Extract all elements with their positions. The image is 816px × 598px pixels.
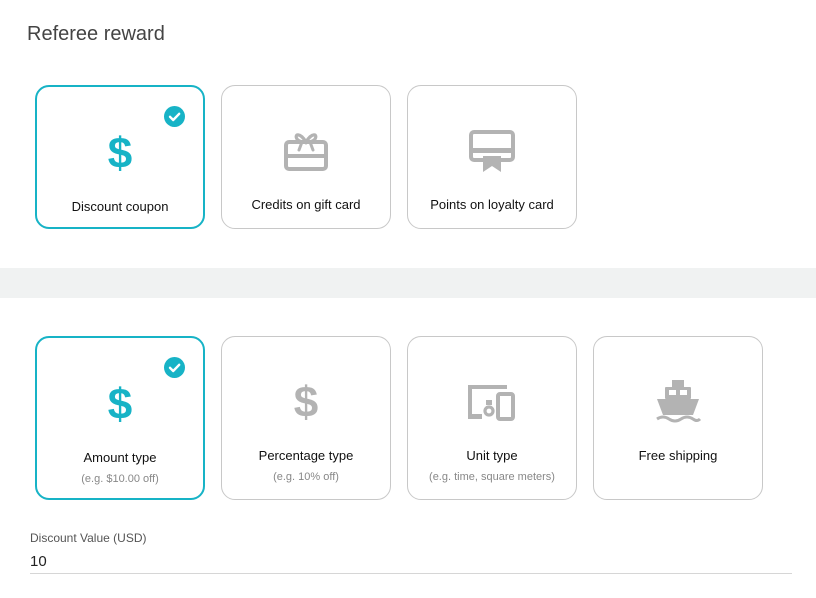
check-icon [164,106,185,127]
svg-text:$: $ [294,381,318,423]
discount-option-unit[interactable]: Unit type (e.g. time, square meters) [407,336,577,500]
section-divider [0,268,816,298]
discount-option-percentage[interactable]: $ Percentage type (e.g. 10% off) [221,336,391,500]
reward-option-gift-card[interactable]: Credits on gift card [221,85,391,229]
svg-text:$: $ [108,132,132,174]
reward-option-label: Credits on gift card [251,197,361,212]
discount-option-label: Free shipping [638,448,718,463]
discount-value-label: Discount Value (USD) [30,531,147,545]
section-title: Referee reward [27,23,165,45]
reward-option-discount-coupon[interactable]: $ Discount coupon [35,85,205,229]
discount-option-example: (e.g. $10.00 off) [81,473,159,485]
reward-option-label: Discount coupon [71,199,169,214]
dollar-icon: $ [293,378,319,428]
discount-option-free-shipping[interactable]: Free shipping [593,336,763,500]
dollar-icon: $ [107,129,133,179]
discount-option-label: Unit type [466,448,518,463]
discount-option-label: Amount type [83,450,157,465]
discount-option-amount[interactable]: $ Amount type (e.g. $10.00 off) [35,336,205,500]
loyalty-card-icon [469,130,515,179]
ship-icon [654,379,702,432]
check-icon [164,357,185,378]
discount-option-example: (e.g. time, square meters) [429,471,555,483]
reward-option-loyalty-card[interactable]: Points on loyalty card [407,85,577,229]
devices-icon [467,383,517,426]
discount-option-label: Percentage type [258,448,354,463]
reward-option-label: Points on loyalty card [430,197,554,212]
discount-value-input[interactable] [30,550,792,574]
svg-text:$: $ [108,383,132,425]
dollar-icon: $ [107,380,133,430]
gift-card-icon [283,130,329,177]
discount-option-example: (e.g. 10% off) [273,471,339,483]
